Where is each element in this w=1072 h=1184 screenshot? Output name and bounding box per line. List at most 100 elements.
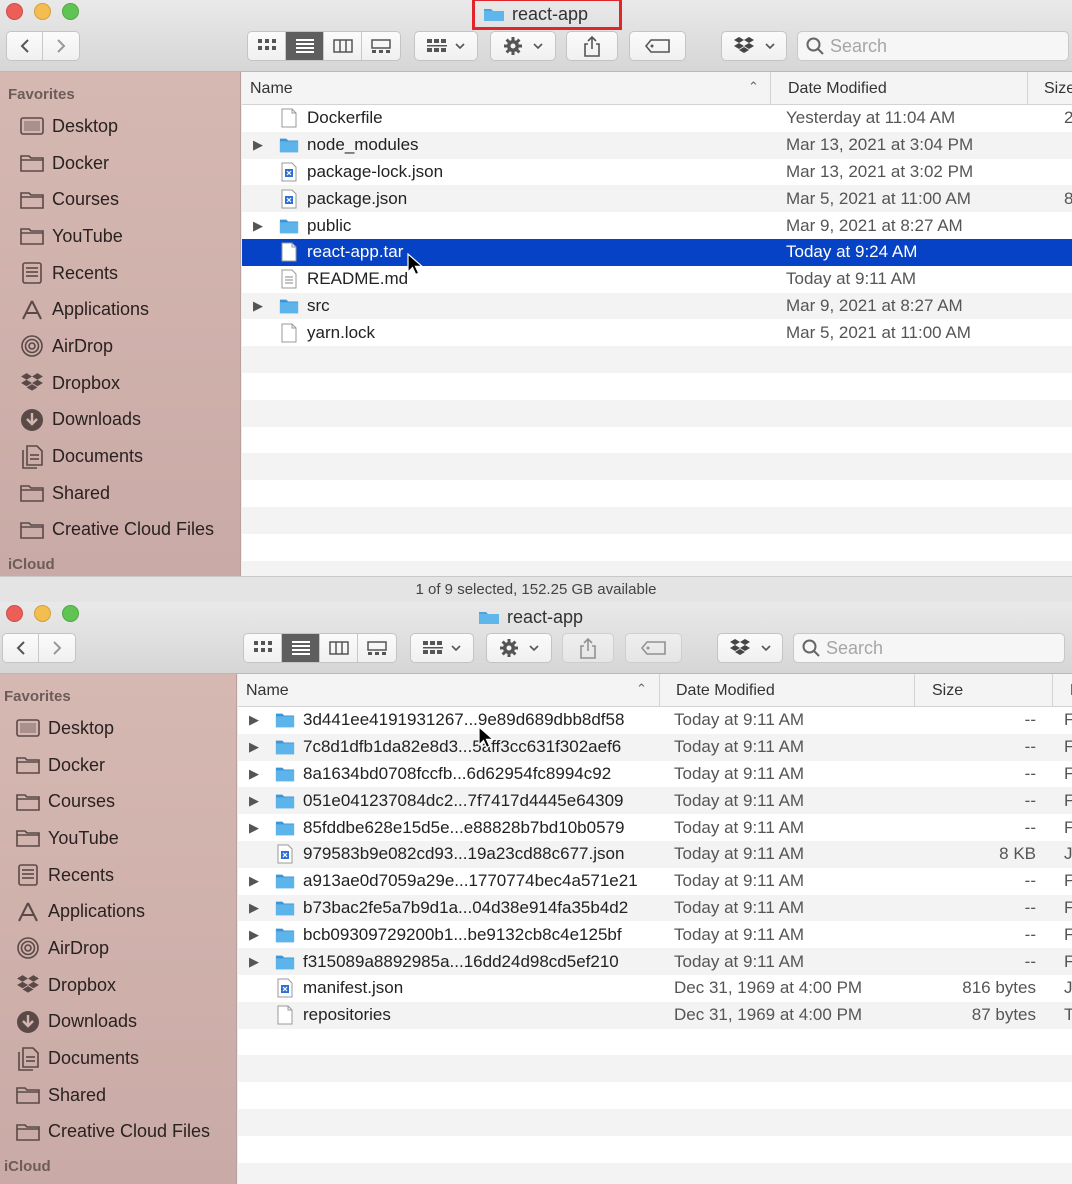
sidebar-section-favorites: Favorites bbox=[8, 86, 75, 103]
group-by-button[interactable] bbox=[414, 31, 478, 61]
sidebar-item-documents[interactable]: Documents bbox=[0, 438, 240, 475]
file-row[interactable]: ▶ 3d441ee4191931267...9e89d689dbb8df58 Tod… bbox=[238, 707, 1072, 734]
list-view-button[interactable] bbox=[282, 634, 320, 662]
zoom-window-button[interactable] bbox=[62, 605, 79, 622]
disclosure-triangle-icon[interactable]: ▶ bbox=[249, 707, 259, 734]
share-button[interactable] bbox=[562, 633, 614, 663]
sidebar-item-downloads[interactable]: Downloads bbox=[0, 1004, 236, 1041]
column-name[interactable]: Name bbox=[242, 72, 771, 105]
file-row[interactable]: 979583b9e082cd93...19a23cd88c677.json Tod… bbox=[238, 840, 1072, 868]
sidebar-item-youtube[interactable]: YouTube bbox=[0, 820, 236, 857]
sidebar-item-docker[interactable]: Docker bbox=[0, 145, 240, 182]
folder-icon bbox=[279, 212, 299, 239]
icon-view-button[interactable] bbox=[244, 634, 282, 662]
file-row[interactable]: react-app.tar Today at 9:24 AM bbox=[242, 238, 1072, 266]
sidebar-item-applications[interactable]: Applications bbox=[0, 893, 236, 930]
sidebar-item-dropbox[interactable]: Dropbox bbox=[0, 365, 240, 402]
sidebar-item-shared[interactable]: Shared bbox=[0, 475, 240, 512]
file-row[interactable]: package-lock.json Mar 13, 2021 at 3:02 PM bbox=[242, 159, 1072, 186]
file-row[interactable]: ▶ 85fddbe628e15d5e...e88828b7bd10b0579 Tod… bbox=[238, 814, 1072, 841]
file-row[interactable]: ▶ 051e041237084dc2...7f7417d4445e64309 Tod… bbox=[238, 787, 1072, 815]
sidebar-item-desktop[interactable]: Desktop bbox=[0, 710, 236, 747]
sidebar-item-documents[interactable]: Documents bbox=[0, 1040, 236, 1077]
sidebar-item-airdrop[interactable]: AirDrop bbox=[0, 930, 236, 967]
column-view-button[interactable] bbox=[324, 32, 362, 60]
tags-button[interactable] bbox=[629, 31, 686, 61]
file-row[interactable]: manifest.json Dec 31, 1969 at 4:00 PM 816 … bbox=[238, 975, 1072, 1002]
forward-button[interactable] bbox=[39, 634, 75, 662]
sidebar-item-recents[interactable]: Recents bbox=[0, 857, 236, 894]
action-button[interactable] bbox=[486, 633, 552, 663]
file-row[interactable]: ▶ f315089a8892985a...16dd24d98cd5ef210 Tod… bbox=[238, 948, 1072, 975]
back-button[interactable] bbox=[7, 32, 44, 60]
sidebar-item-youtube[interactable]: YouTube bbox=[0, 218, 240, 255]
file-row[interactable]: ▶ src Mar 9, 2021 at 8:27 AM bbox=[242, 292, 1072, 320]
column-date-modified[interactable]: Date Modified bbox=[668, 674, 915, 707]
close-window-button[interactable] bbox=[6, 3, 23, 20]
sidebar-item-applications[interactable]: Applications bbox=[0, 291, 240, 328]
disclosure-triangle-icon[interactable]: ▶ bbox=[249, 761, 259, 788]
disclosure-triangle-icon[interactable]: ▶ bbox=[249, 868, 259, 895]
sidebar-item-recents[interactable]: Recents bbox=[0, 255, 240, 292]
disclosure-triangle-icon[interactable]: ▶ bbox=[253, 212, 263, 239]
group-by-button[interactable] bbox=[410, 633, 474, 663]
dropbox-button[interactable] bbox=[717, 633, 783, 663]
disclosure-triangle-icon[interactable]: ▶ bbox=[253, 132, 263, 159]
file-size: 816 bytes bbox=[962, 978, 1036, 998]
file-row[interactable]: ▶ public Mar 9, 2021 at 8:27 AM bbox=[242, 212, 1072, 239]
sidebar-item-courses[interactable]: Courses bbox=[0, 181, 240, 218]
sidebar-item-desktop[interactable]: Desktop bbox=[0, 108, 240, 145]
forward-button[interactable] bbox=[43, 32, 79, 60]
sidebar-item-courses[interactable]: Courses bbox=[0, 783, 236, 820]
view-mode-control bbox=[243, 633, 397, 663]
dropbox-button[interactable] bbox=[721, 31, 787, 61]
list-view-button[interactable] bbox=[286, 32, 324, 60]
file-row[interactable]: ▶ 7c8d1dfb1da82e8d3...5aff3cc631f302aef6 T… bbox=[238, 733, 1072, 761]
file-row[interactable]: Dockerfile Yesterday at 11:04 AM 2 bbox=[242, 105, 1072, 132]
action-button[interactable] bbox=[490, 31, 556, 61]
search-field[interactable]: Search bbox=[793, 633, 1065, 663]
share-button[interactable] bbox=[566, 31, 618, 61]
back-button[interactable] bbox=[3, 634, 40, 662]
disclosure-triangle-icon[interactable]: ▶ bbox=[249, 787, 259, 814]
column-view-button[interactable] bbox=[320, 634, 358, 662]
gallery-view-button[interactable] bbox=[362, 32, 400, 60]
sidebar-item-creative-cloud-files[interactable]: Creative Cloud Files bbox=[0, 1114, 236, 1151]
sidebar-item-docker[interactable]: Docker bbox=[0, 747, 236, 784]
file-row[interactable]: README.md Today at 9:11 AM bbox=[242, 266, 1072, 293]
icon-view-button[interactable] bbox=[248, 32, 286, 60]
column-kind[interactable]: K bbox=[1062, 674, 1072, 707]
disclosure-triangle-icon[interactable]: ▶ bbox=[249, 895, 259, 922]
disclosure-triangle-icon[interactable]: ▶ bbox=[249, 814, 259, 841]
sidebar-item-creative-cloud-files[interactable]: Creative Cloud Files bbox=[0, 512, 240, 549]
sidebar-item-airdrop[interactable]: AirDrop bbox=[0, 328, 240, 365]
disclosure-triangle-icon[interactable]: ▶ bbox=[249, 921, 259, 948]
file-row[interactable]: ▶ node_modules Mar 13, 2021 at 3:04 PM bbox=[242, 131, 1072, 159]
disclosure-triangle-icon[interactable]: ▶ bbox=[249, 734, 259, 761]
file-row[interactable]: ▶ bcb09309729200b1...be9132cb8c4e125bf Tod… bbox=[238, 921, 1072, 948]
file-row[interactable]: ▶ 8a1634bd0708fccfb...6d62954fc8994c92 Tod… bbox=[238, 761, 1072, 788]
sidebar-item-downloads[interactable]: Downloads bbox=[0, 402, 240, 439]
zoom-window-button[interactable] bbox=[62, 3, 79, 20]
icon-view-icon bbox=[257, 39, 276, 50]
file-row[interactable]: repositories Dec 31, 1969 at 4:00 PM 87 by… bbox=[238, 1001, 1072, 1029]
folder-icon bbox=[20, 152, 44, 174]
sidebar-item-dropbox[interactable]: Dropbox bbox=[0, 967, 236, 1004]
tags-button[interactable] bbox=[625, 633, 682, 663]
file-row[interactable]: ▶ a913ae0d7059a29e...1770774bec4a571e21 To… bbox=[238, 868, 1072, 895]
disclosure-triangle-icon[interactable]: ▶ bbox=[249, 948, 259, 975]
sidebar-item-shared[interactable]: Shared bbox=[0, 1077, 236, 1114]
column-name[interactable]: Name bbox=[238, 674, 660, 707]
minimize-window-button[interactable] bbox=[34, 605, 51, 622]
search-field[interactable]: Search bbox=[797, 31, 1069, 61]
file-row[interactable]: package.json Mar 5, 2021 at 11:00 AM 8 bbox=[242, 185, 1072, 213]
disclosure-triangle-icon[interactable]: ▶ bbox=[253, 293, 263, 320]
column-date-modified[interactable]: Date Modified bbox=[780, 72, 1028, 105]
column-size[interactable]: Size bbox=[924, 674, 1053, 707]
file-row[interactable]: yarn.lock Mar 5, 2021 at 11:00 AM bbox=[242, 319, 1072, 346]
close-window-button[interactable] bbox=[6, 605, 23, 622]
minimize-window-button[interactable] bbox=[34, 3, 51, 20]
column-size[interactable]: Size bbox=[1036, 72, 1072, 105]
file-row[interactable]: ▶ b73bac2fe5a7b9d1a...04d38e914fa35b4d2 To… bbox=[238, 894, 1072, 922]
gallery-view-button[interactable] bbox=[358, 634, 396, 662]
